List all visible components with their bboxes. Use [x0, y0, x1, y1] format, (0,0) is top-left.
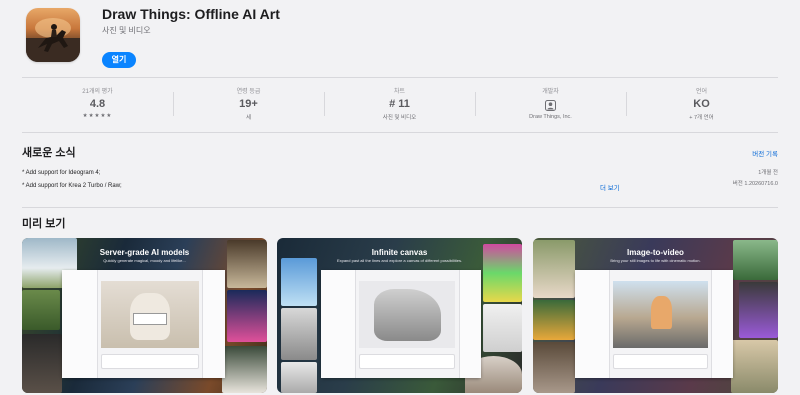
version-history-link[interactable]: 버전 기록 — [752, 148, 778, 158]
stat-sub: + 7개 언어 — [689, 115, 714, 121]
stat-value: 19+ — [239, 98, 258, 110]
app-window — [321, 270, 481, 378]
stat-value: 4.8 — [89, 98, 106, 110]
stat-ratings: 21개의 평가 4.8 ★★★★★ — [22, 82, 173, 128]
release-date: 1개월 전 — [758, 170, 778, 176]
stat-label: 언어 — [695, 89, 708, 95]
screenshot-title: Image-to-video — [627, 248, 684, 257]
preview-title: 미리 보기 — [22, 218, 66, 230]
canvas-image — [359, 280, 456, 348]
rating-stars: ★★★★★ — [82, 113, 113, 119]
stat-language: 언어 KO + 7개 언어 — [626, 82, 777, 128]
news-item: * Add support for Krea 2 Turbo / Raw; — [22, 183, 122, 189]
info-stats: 21개의 평가 4.8 ★★★★★ 연령 등급 19+ 세 차트 # 11 사진… — [22, 82, 778, 128]
screenshot-subtitle: Quickly generate magical, moody and life… — [103, 258, 186, 263]
more-link[interactable]: 더 보기 — [600, 182, 620, 192]
stat-chart: 차트 # 11 사진 및 비디오 — [324, 82, 475, 128]
thumbnail — [483, 304, 522, 352]
screenshot-1[interactable]: Server-grade AI models Quickly generate … — [22, 238, 267, 393]
news-item: * Add support for Ideogram 4; — [22, 170, 101, 176]
stat-label: 연령 등급 — [236, 89, 261, 95]
stat-label: 차트 — [393, 89, 406, 95]
stat-sub: 사진 및 비디오 — [382, 115, 417, 121]
thumbnail — [22, 290, 60, 330]
thumbnail — [22, 334, 62, 393]
stat-label: 개발자 — [542, 89, 559, 95]
stat-developer: 개발자 Draw Things, Inc. — [475, 82, 626, 128]
thumbnail — [222, 346, 267, 393]
divider — [22, 77, 778, 78]
thumbnail — [281, 258, 317, 306]
person-icon — [475, 98, 626, 111]
app-window — [575, 270, 733, 378]
screenshot-title: Server-grade AI models — [99, 248, 190, 257]
screenshot-title: Infinite canvas — [371, 248, 428, 257]
stat-label: 21개의 평가 — [82, 89, 113, 95]
stat-value: # 11 — [389, 98, 410, 110]
app-icon — [26, 8, 80, 62]
canvas-image — [612, 280, 708, 348]
canvas-image — [101, 280, 199, 348]
app-title: Draw Things: Offline AI Art — [102, 6, 280, 22]
news-title: 새로운 소식 — [22, 147, 76, 159]
open-button[interactable]: 열기 — [102, 52, 136, 68]
thumbnail — [227, 290, 267, 342]
thumbnail — [739, 282, 778, 338]
thumbnail — [281, 362, 317, 393]
stat-value: KO — [693, 98, 710, 110]
app-category: 사진 및 비디오 — [102, 26, 151, 35]
divider — [22, 207, 778, 208]
screenshot-2[interactable]: Infinite canvas Expand past all the line… — [277, 238, 522, 393]
developer-name[interactable]: Draw Things, Inc. — [475, 114, 626, 120]
stat-sub: 세 — [245, 115, 252, 121]
screenshot-3[interactable]: Image-to-video Bring your still images t… — [533, 238, 778, 393]
thumbnail — [281, 308, 317, 360]
screenshot-subtitle: Bring your still images to life with cin… — [610, 258, 701, 263]
stat-age: 연령 등급 19+ 세 — [173, 82, 324, 128]
version-number: 버전 1.20260716.0 — [732, 181, 778, 187]
thumbnail — [731, 340, 778, 393]
divider — [22, 132, 778, 133]
thumbnail — [533, 342, 575, 393]
thumbnail — [533, 300, 575, 340]
screenshot-subtitle: Expand past all the lines and explore a … — [336, 258, 463, 263]
app-window — [62, 270, 225, 378]
